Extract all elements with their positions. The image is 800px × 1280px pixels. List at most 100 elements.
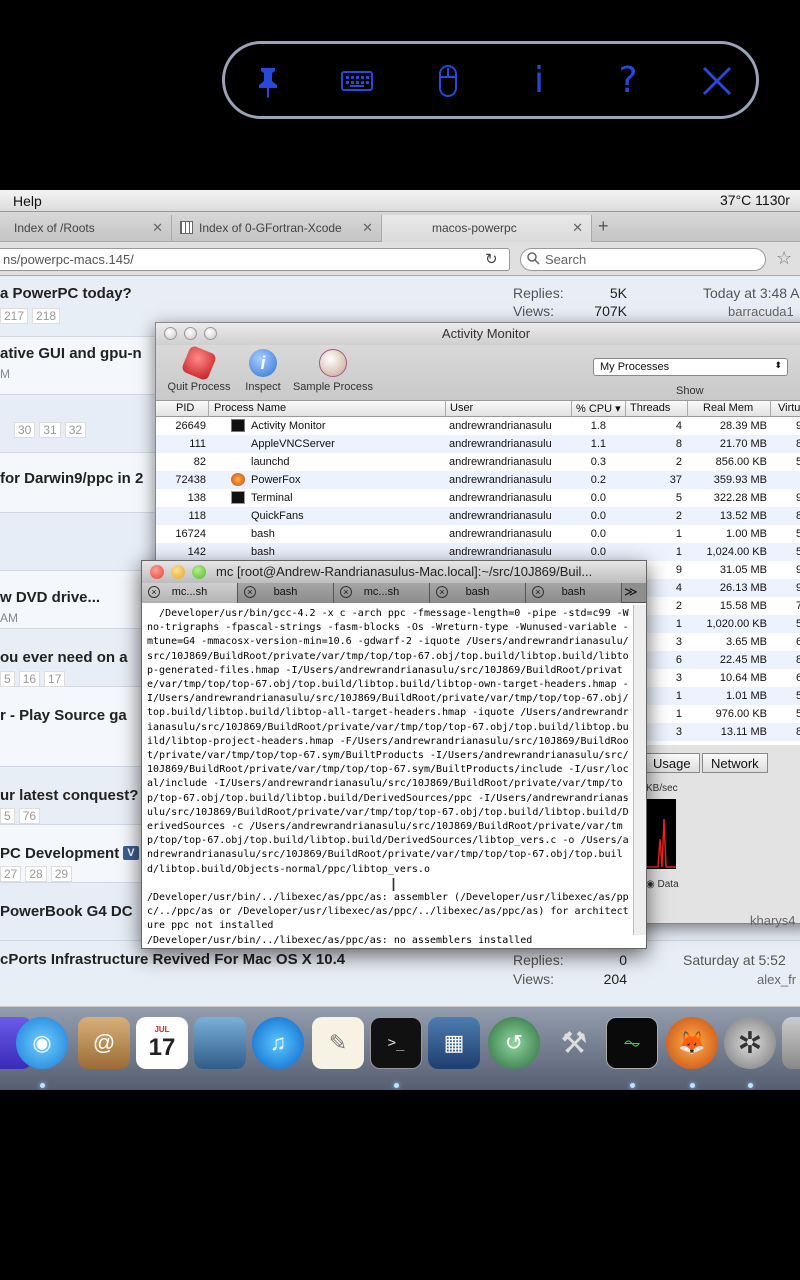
- url-field[interactable]: ns/powerpc-macs.145/: [0, 248, 510, 271]
- itunes-icon[interactable]: ♫: [252, 1017, 304, 1069]
- col-threads[interactable]: Threads: [630, 402, 670, 414]
- ichat-icon[interactable]: ◉: [16, 1017, 68, 1069]
- search-input[interactable]: Search: [520, 248, 766, 271]
- powerfox-icon[interactable]: 🦊: [666, 1017, 718, 1069]
- col-process-name[interactable]: Process Name: [214, 402, 286, 414]
- system-profiler-icon[interactable]: ⚒: [548, 1017, 600, 1069]
- last-post-user[interactable]: alex_fr: [757, 972, 796, 987]
- page-link[interactable]: 28: [25, 866, 47, 882]
- page-link[interactable]: 27: [0, 866, 22, 882]
- thread-title[interactable]: ative GUI and gpu-n: [0, 345, 142, 362]
- more-tabs-icon[interactable]: ≫: [624, 584, 638, 600]
- page-link[interactable]: 217: [0, 308, 29, 324]
- process-row[interactable]: 142 bash andrewrandrianasulu 0.0 1 1,024.00 K…: [156, 543, 800, 561]
- tab-index-roots[interactable]: Index of /Roots ✕: [0, 215, 172, 242]
- close-icon[interactable]: ×: [436, 586, 448, 598]
- process-row[interactable]: 26649 Activity Monitor andrewrandrianasulu…: [156, 417, 800, 435]
- spaces-icon[interactable]: ▦: [428, 1017, 480, 1069]
- process-row[interactable]: 118 QuickFans andrewrandrianasulu 0.0 2 13.52…: [156, 507, 800, 525]
- iphoto-icon[interactable]: [194, 1017, 246, 1069]
- page-link[interactable]: 31: [39, 422, 61, 438]
- thread-title[interactable]: PowerBook G4 DC: [0, 903, 133, 920]
- col-pid[interactable]: PID: [176, 402, 194, 414]
- system-prefs-icon[interactable]: ⚙: [782, 1017, 800, 1069]
- process-row[interactable]: 138 Terminal andrewrandrianasulu 0.0 5 322.28…: [156, 489, 800, 507]
- terminal-tab[interactable]: × bash: [238, 583, 334, 603]
- data-radio[interactable]: ◉ Data: [646, 879, 679, 890]
- minimize-button[interactable]: [171, 565, 185, 579]
- process-row[interactable]: 72438 PowerFox andrewrandrianasulu 0.2 37 359…: [156, 471, 800, 489]
- page-link[interactable]: 16: [18, 671, 41, 687]
- zoom-button[interactable]: [192, 565, 206, 579]
- address-book-icon[interactable]: @: [78, 1017, 130, 1069]
- close-icon[interactable]: ×: [340, 586, 352, 598]
- close-icon[interactable]: [694, 58, 740, 104]
- table-header: PID Process Name User % CPU ▾ Threads Re…: [156, 401, 800, 417]
- info-icon[interactable]: i: [516, 58, 562, 104]
- scrollbar[interactable]: [633, 605, 646, 935]
- page-link[interactable]: 218: [32, 308, 61, 324]
- close-button[interactable]: [164, 327, 177, 340]
- inspect-button[interactable]: i Inspect: [236, 349, 290, 393]
- page-link[interactable]: 32: [64, 422, 87, 438]
- terminal-tab[interactable]: × bash: [430, 583, 526, 603]
- menu-help[interactable]: Help: [13, 193, 42, 209]
- thread-title[interactable]: a PowerPC today?: [0, 285, 132, 302]
- new-tab-icon[interactable]: +: [598, 216, 609, 237]
- quickfans-icon[interactable]: ✲: [724, 1017, 776, 1069]
- reload-icon[interactable]: ↻: [485, 250, 498, 268]
- col-cpu[interactable]: % CPU ▾: [576, 402, 621, 415]
- terminal-tab[interactable]: × mc...sh: [334, 583, 430, 603]
- process-filter-select[interactable]: My Processes ⬍: [593, 358, 788, 376]
- thread-title[interactable]: PC Development V: [0, 845, 139, 862]
- tab-network[interactable]: Network: [702, 753, 768, 773]
- terminal-icon[interactable]: >_: [370, 1017, 422, 1069]
- close-icon[interactable]: ✕: [572, 220, 583, 236]
- close-icon[interactable]: ×: [532, 586, 544, 598]
- mouse-icon[interactable]: [425, 58, 471, 104]
- zoom-button[interactable]: [204, 327, 217, 340]
- col-real-mem[interactable]: Real Mem: [703, 402, 753, 414]
- ical-icon[interactable]: JUL 17: [136, 1017, 188, 1069]
- textedit-icon[interactable]: ✎: [312, 1017, 364, 1069]
- process-row[interactable]: 16724 bash andrewrandrianasulu 0.0 1 1.00 MB 5: [156, 525, 800, 543]
- close-icon[interactable]: ✕: [152, 220, 163, 236]
- close-icon[interactable]: ✕: [362, 220, 373, 236]
- pin-icon[interactable]: [245, 58, 291, 104]
- thread-title[interactable]: r - Play Source ga: [0, 707, 127, 724]
- bookmark-star-icon[interactable]: ☆: [776, 248, 792, 269]
- close-button[interactable]: [150, 565, 164, 579]
- help-icon[interactable]: ?: [605, 58, 651, 104]
- minimize-button[interactable]: [184, 327, 197, 340]
- activity-monitor-icon[interactable]: ⏦: [606, 1017, 658, 1069]
- quit-process-button[interactable]: Quit Process: [164, 344, 234, 393]
- thread-title[interactable]: ur latest conquest?: [0, 787, 138, 804]
- thread-title[interactable]: ou ever need on a: [0, 649, 128, 666]
- page-link[interactable]: 30: [14, 422, 36, 438]
- tab-macos-powerpc[interactable]: macos-powerpc ✕: [382, 215, 592, 242]
- page-link[interactable]: 76: [18, 808, 41, 824]
- page-link[interactable]: 17: [44, 671, 66, 687]
- terminal-tab[interactable]: × mc...sh: [142, 583, 238, 603]
- terminal-tab[interactable]: × bash: [526, 583, 622, 603]
- page-link[interactable]: 29: [50, 866, 73, 882]
- sample-process-button[interactable]: Sample Process: [290, 349, 376, 393]
- col-virtual-mem[interactable]: Virtu: [778, 402, 800, 414]
- keyboard-icon[interactable]: [334, 58, 380, 104]
- thread-title[interactable]: for Darwin9/ppc in 2: [0, 470, 143, 487]
- tab-disk-usage[interactable]: Usage: [644, 753, 700, 773]
- menu-status-temperature[interactable]: 37°C 1130r: [720, 192, 790, 208]
- thread-title[interactable]: w DVD drive...: [0, 589, 100, 606]
- page-link[interactable]: 5: [0, 671, 15, 687]
- close-icon[interactable]: ×: [148, 586, 160, 598]
- time-machine-icon[interactable]: ↺: [488, 1017, 540, 1069]
- last-post-user[interactable]: barracuda1: [728, 304, 794, 319]
- col-user[interactable]: User: [450, 402, 473, 414]
- tab-index-gfortran[interactable]: Index of 0-GFortran-Xcode ✕: [172, 215, 382, 242]
- close-icon[interactable]: ×: [244, 586, 256, 598]
- terminal-output[interactable]: /Developer/usr/bin/gcc-4.2 -x c -arch pp…: [147, 607, 631, 947]
- process-row[interactable]: 111 AppleVNCServer andrewrandrianasulu 1.1 8…: [156, 435, 800, 453]
- page-link[interactable]: 5: [0, 808, 15, 824]
- thread-title[interactable]: cPorts Infrastructure Revived For Mac OS…: [0, 951, 345, 968]
- process-row[interactable]: 82 launchd andrewrandrianasulu 0.3 2 856.00 K…: [156, 453, 800, 471]
